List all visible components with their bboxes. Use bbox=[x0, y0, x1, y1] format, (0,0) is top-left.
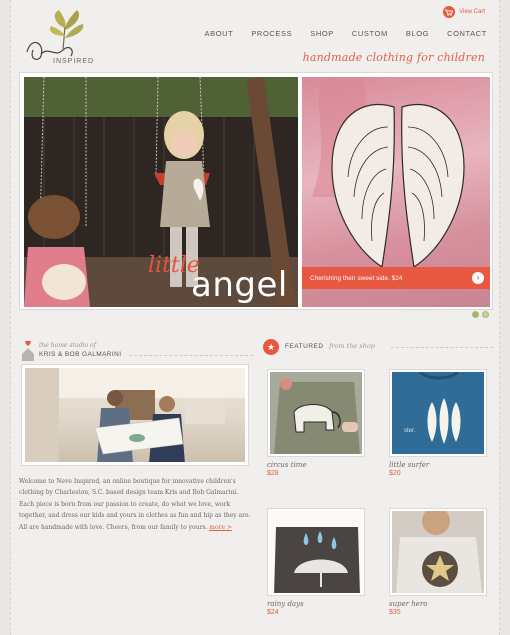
hero-photo-wings-shirt[interactable]: Cherishing their sweet side. $24 › bbox=[302, 77, 490, 307]
logo-text: INSPIRED bbox=[53, 58, 95, 65]
cart-icon bbox=[443, 6, 456, 18]
product-image[interactable] bbox=[389, 508, 487, 596]
product-image[interactable]: ster. bbox=[389, 369, 487, 457]
studio-photo bbox=[21, 364, 249, 466]
home-heart-icon bbox=[22, 341, 34, 361]
product-image[interactable] bbox=[267, 369, 365, 457]
product-price: $24 bbox=[267, 609, 279, 616]
product-price: $35 bbox=[389, 609, 401, 616]
featured-subtitle: from the shop bbox=[329, 342, 375, 350]
view-cart-label: View Cart bbox=[459, 9, 485, 15]
nav-contact[interactable]: CONTACT bbox=[447, 29, 487, 38]
svg-text:ster.: ster. bbox=[404, 428, 416, 434]
main-nav: ABOUT PROCESS SHOP CUSTOM BLOG CONTACT bbox=[204, 29, 487, 38]
product-card[interactable]: circus time $28 bbox=[267, 369, 365, 477]
view-cart-link[interactable]: View Cart bbox=[443, 6, 485, 18]
product-price: $28 bbox=[267, 470, 279, 477]
studio-header: the home studio of KRIS & BOB GALMARINI bbox=[21, 337, 253, 365]
page: INSPIRED View Cart ABOUT PROCESS SHOP CU… bbox=[10, 0, 500, 635]
product-name[interactable]: super hero bbox=[389, 600, 487, 608]
hero-photo-swings[interactable]: little angel bbox=[24, 77, 298, 307]
more-link[interactable]: more > bbox=[209, 524, 232, 531]
studio-scene bbox=[25, 368, 245, 462]
slider-dots bbox=[472, 311, 489, 318]
product-name[interactable]: rainy days bbox=[267, 600, 365, 608]
hero-caption: Cherishing their sweet side. $24 bbox=[310, 274, 403, 282]
surfboards-shirt-icon: ster. bbox=[392, 372, 484, 454]
star-icon: ★ bbox=[263, 339, 279, 355]
hero-slider[interactable]: little angel Cherishing their sweet side… bbox=[19, 72, 493, 310]
product-card[interactable]: rainy days $24 bbox=[267, 508, 365, 616]
nav-blog[interactable]: BLOG bbox=[406, 29, 429, 38]
product-card[interactable]: super hero $35 bbox=[389, 508, 487, 616]
nav-about[interactable]: ABOUT bbox=[204, 29, 233, 38]
divider bbox=[129, 355, 253, 356]
nav-custom[interactable]: CUSTOM bbox=[352, 29, 388, 38]
product-price: $20 bbox=[389, 470, 401, 477]
product-name[interactable]: circus time bbox=[267, 461, 365, 469]
nav-process[interactable]: PROCESS bbox=[251, 29, 292, 38]
tagline: handmade clothing for children bbox=[302, 51, 485, 64]
studio-names: KRIS & BOB GALMARINI bbox=[39, 351, 122, 358]
product-name[interactable]: little surfer bbox=[389, 461, 487, 469]
product-card[interactable]: ster. little surfer $20 bbox=[389, 369, 487, 477]
divider bbox=[391, 347, 493, 348]
slider-dot-2[interactable] bbox=[482, 311, 489, 318]
slider-dot-1[interactable] bbox=[472, 311, 479, 318]
featured-header: ★ FEATURED from the shop bbox=[263, 337, 493, 359]
product-image[interactable] bbox=[267, 508, 365, 596]
umbrella-shirt-icon bbox=[270, 511, 362, 593]
studio-subtitle: the home studio of bbox=[39, 342, 96, 349]
star-shirt-icon bbox=[392, 511, 484, 593]
hero-main-word: angel bbox=[191, 265, 288, 305]
arrow-right-icon[interactable]: › bbox=[472, 272, 484, 284]
hero-caption-bar[interactable]: Cherishing their sweet side. $24 › bbox=[302, 267, 490, 289]
elephant-shirt-icon bbox=[270, 372, 362, 454]
intro-paragraph: Welcome to Neve Inspired, an online bout… bbox=[19, 476, 251, 533]
nav-shop[interactable]: SHOP bbox=[310, 29, 334, 38]
featured-title: FEATURED bbox=[285, 343, 324, 350]
